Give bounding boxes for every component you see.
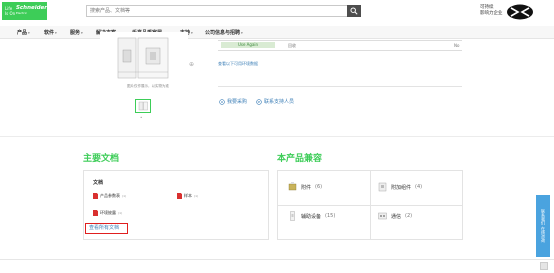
main-nav: 产品▾ 软件▾ 服务▾ 解决方案▾ 乐享品质家居▾ 支持▾ 公司信息与招聘▾ (0, 26, 554, 39)
nav-item-software[interactable]: 软件▾ (44, 29, 57, 36)
contact-side-tab[interactable]: 联系我们 在线咨询 (536, 195, 550, 257)
search-box[interactable] (86, 5, 348, 17)
chat-icon (256, 98, 262, 105)
pdf-icon (177, 193, 182, 199)
compat-item-accessories[interactable]: 附件 (6) (288, 182, 322, 192)
breaker-image (117, 37, 169, 79)
sustainability-badge-icon[interactable] (506, 4, 534, 20)
footer-divider (0, 259, 554, 260)
zoom-icon[interactable]: ⊕ (189, 61, 194, 68)
pdf-icon (93, 210, 98, 216)
use-again-value: No (454, 42, 460, 48)
communication-module-icon (378, 212, 387, 220)
doc-item-catalog[interactable]: 样本 (1) (177, 193, 198, 199)
pdf-icon (93, 193, 98, 199)
nav-item-products[interactable]: 产品▾ (17, 29, 30, 36)
logo-tagline: Life Is On (5, 6, 16, 16)
product-image[interactable] (100, 32, 188, 84)
documents-heading: 主要文档 (83, 154, 120, 164)
sustainability-label: 可持续 影响力企业 (480, 5, 503, 16)
divider (278, 205, 462, 206)
divider (218, 86, 462, 87)
compat-item-communication[interactable]: 通信 (2) (378, 211, 412, 221)
environmental-data-link[interactable]: 查看以下可用环境数据 (218, 61, 258, 67)
scroll-top-button[interactable] (540, 262, 548, 270)
use-again-badge: Use Again (221, 42, 275, 48)
doc-item-datasheet[interactable]: 产品参数表 (1) (93, 193, 126, 199)
search-button[interactable] (347, 5, 361, 17)
use-again-mid: 回收 (288, 42, 296, 48)
logo-brand: Schneider Electric (15, 5, 47, 15)
nav-item-services[interactable]: 服务▾ (70, 29, 83, 36)
carousel-dots-icon: • (140, 115, 143, 120)
search-icon (350, 7, 358, 15)
documents-card-title: 文档 (93, 180, 104, 186)
section-divider (0, 136, 554, 137)
top-header: Life Is On Schneider Electric 可持续 影响力企业 (0, 0, 554, 26)
thumbnail-image (138, 101, 148, 111)
buy-action[interactable]: 我要采购 (219, 98, 247, 105)
auxiliary-device-icon (290, 211, 295, 221)
compatibility-card: 附件 (6) 附加组件 (4) 辅助设备 (15) 通信 (2) (277, 170, 463, 240)
schneider-logo[interactable]: Life Is On Schneider Electric (2, 2, 47, 20)
documents-card: 文档 产品参数表 (1) 样本 (1) 环境披露 (1) 查看所有文档 (83, 170, 269, 240)
compatibility-heading: 本产品兼容 (277, 154, 323, 164)
addon-module-icon (378, 182, 387, 192)
doc-item-environmental[interactable]: 环境披露 (1) (93, 210, 122, 216)
image-caption: 图片仅作展示，以实物为准 (127, 84, 169, 88)
search-input[interactable] (87, 6, 333, 16)
view-all-documents-button[interactable]: 查看所有文档 (85, 223, 128, 234)
compat-item-addons[interactable]: 附加组件 (4) (378, 182, 422, 192)
use-again-row: Use Again 回收 No (218, 40, 462, 51)
accessory-icon (288, 182, 297, 191)
contact-action[interactable]: 联系支持人员 (256, 98, 294, 105)
location-icon (219, 98, 225, 105)
product-thumbnail[interactable] (135, 99, 151, 113)
nav-item-company[interactable]: 公司信息与招聘▾ (205, 29, 243, 36)
compat-item-auxiliary[interactable]: 辅助设备 (15) (288, 211, 335, 221)
